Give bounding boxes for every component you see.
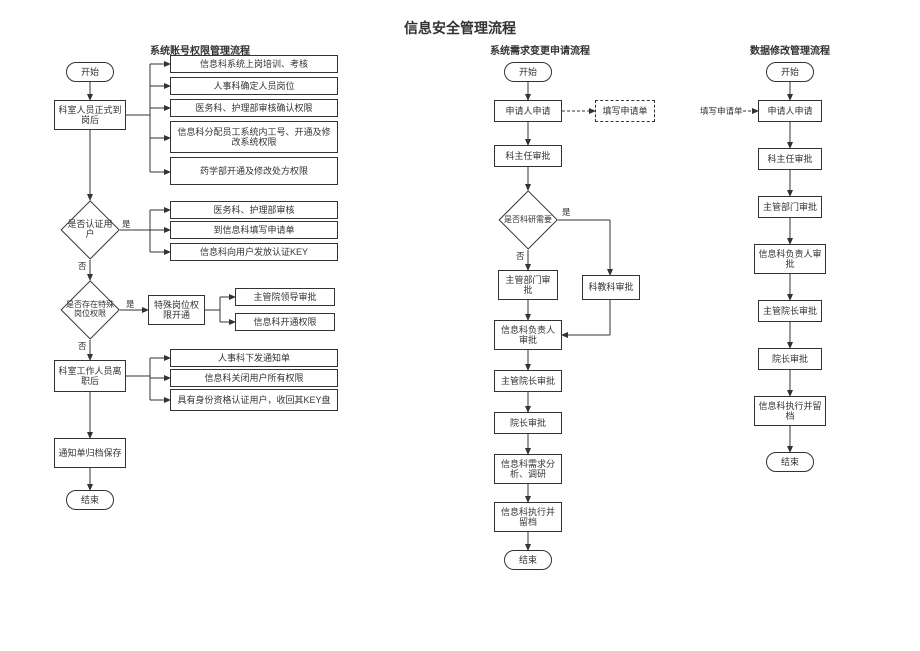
a-b4-1: 信息科关闭用户所有权限 bbox=[170, 369, 338, 387]
c-exec: 信息科执行并留档 bbox=[754, 396, 826, 426]
col-b-title: 系统需求变更申请流程 bbox=[440, 42, 640, 57]
a-b1-0: 信息科系统上岗培训、考核 bbox=[170, 55, 338, 73]
b-exec: 信息科执行并留档 bbox=[494, 502, 562, 532]
a-archive: 通知单归档保存 bbox=[54, 438, 126, 468]
a-d2-no: 否 bbox=[78, 340, 87, 352]
b-info-lead: 信息科负责人审批 bbox=[494, 320, 562, 350]
a-end: 结束 bbox=[66, 490, 114, 510]
a-b2-2: 信息科向用户发放认证KEY bbox=[170, 243, 338, 261]
b-d1-no: 否 bbox=[516, 250, 525, 262]
c-fill: 填写申请单 bbox=[700, 105, 743, 117]
a-special: 特殊岗位权限开通 bbox=[148, 295, 205, 325]
c-pres: 院长审批 bbox=[758, 348, 822, 370]
b-apply: 申请人申请 bbox=[494, 100, 562, 122]
main-title: 信息安全管理流程 bbox=[0, 18, 920, 38]
a-d1: 是否认证用户 bbox=[60, 200, 120, 260]
c-info-lead: 信息科负责人审批 bbox=[754, 244, 826, 274]
b-sci: 科教科审批 bbox=[582, 275, 640, 300]
b-dept: 主管部门审批 bbox=[498, 270, 558, 300]
c-dept: 主管部门审批 bbox=[758, 196, 822, 218]
a-b1-3: 信息科分配员工系统内工号、开通及修改系统权限 bbox=[170, 121, 338, 153]
a-b2-0: 医务科、护理部审核 bbox=[170, 201, 338, 219]
a-d1-no: 否 bbox=[78, 260, 87, 272]
c-apply: 申请人申请 bbox=[758, 100, 822, 122]
a-b4-0: 人事科下发通知单 bbox=[170, 349, 338, 367]
b-dir: 科主任审批 bbox=[494, 145, 562, 167]
a-staff-off: 科室工作人员离职后 bbox=[54, 360, 126, 392]
b-d1: 是否科研需要 bbox=[498, 190, 558, 250]
a-d2: 是否存在特殊岗位权限 bbox=[60, 280, 120, 340]
c-dir: 科主任审批 bbox=[758, 148, 822, 170]
connectors bbox=[0, 0, 920, 651]
a-b2-1: 到信息科填写申请单 bbox=[170, 221, 338, 239]
a-start: 开始 bbox=[66, 62, 114, 82]
b-pres: 院长审批 bbox=[494, 412, 562, 434]
a-b4-2: 具有身份资格认证用户，收回其KEY盘 bbox=[170, 389, 338, 411]
a-d1-yes: 是 bbox=[122, 218, 131, 230]
c-vp: 主管院长审批 bbox=[758, 300, 822, 322]
col-c-title: 数据修改管理流程 bbox=[700, 42, 880, 57]
c-end: 结束 bbox=[766, 452, 814, 472]
b-fill: 填写申请单 bbox=[595, 100, 655, 122]
b-d1-yes: 是 bbox=[562, 206, 571, 218]
a-d2-yes: 是 bbox=[126, 298, 135, 310]
c-start: 开始 bbox=[766, 62, 814, 82]
a-b1-1: 人事科确定人员岗位 bbox=[170, 77, 338, 95]
a-b3-1: 信息科开通权限 bbox=[235, 313, 335, 331]
a-b3-0: 主管院领导审批 bbox=[235, 288, 335, 306]
a-b1-2: 医务科、护理部审核确认权限 bbox=[170, 99, 338, 117]
b-vp: 主管院长审批 bbox=[494, 370, 562, 392]
b-start: 开始 bbox=[504, 62, 552, 82]
b-end: 结束 bbox=[504, 550, 552, 570]
a-b1-4: 药学部开通及修改处方权限 bbox=[170, 157, 338, 185]
b-analyze: 信息科需求分析、调研 bbox=[494, 454, 562, 484]
a-staff-on: 科室人员正式到岗后 bbox=[54, 100, 126, 130]
